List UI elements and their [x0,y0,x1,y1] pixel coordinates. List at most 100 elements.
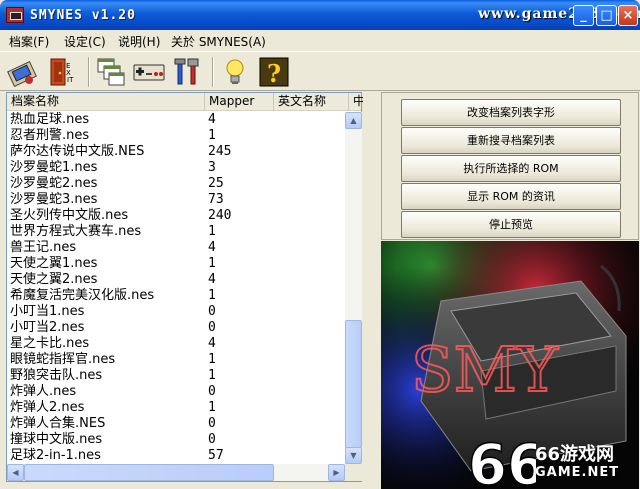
run-rom-button[interactable]: 执行所选择的 ROM [401,155,621,182]
rom-filename: 小叮当1.nes [10,304,85,319]
rom-filename: 炸弹人2.nes [10,400,85,415]
scroll-up-button[interactable]: ▲ [345,112,362,129]
rom-mapper: 1 [208,352,216,367]
rom-mapper: 0 [208,432,216,447]
table-row[interactable]: 兽王记.nes 4 [7,240,345,256]
watermark-site-sub: GAME.NET [535,465,620,480]
table-row[interactable]: 野狼突击队.nes 1 [7,368,345,384]
menu-file[interactable]: 档案(F) [9,33,49,50]
scroll-right-button[interactable]: ▶ [328,464,345,481]
horizontal-scrollbar[interactable]: ◀ ▶ [7,464,345,481]
app-icon[interactable] [6,7,24,23]
rom-filename: 眼镜蛇指挥官.nes [10,352,116,367]
rom-filename: 炸弹人合集.NES [10,416,106,431]
rom-mapper: 1 [208,400,216,415]
horizontal-scroll-thumb[interactable] [24,464,274,481]
tools-icon[interactable] [172,56,204,88]
column-header-english-name[interactable]: 英文名称 [274,93,349,111]
rom-mapper: 3 [208,160,216,175]
table-row[interactable]: 圣火列传中文版.nes 240 [7,208,345,224]
table-row[interactable]: 忍者刑警.nes 1 [7,128,345,144]
scrollbar-corner [345,464,362,481]
table-row[interactable]: 热血足球.nes 4 [7,112,345,128]
rom-filename: 沙罗曼蛇1.nes [10,160,98,175]
rom-mapper: 245 [208,144,232,159]
table-row[interactable]: 足球2-in-1.nes 57 [7,448,345,464]
scroll-left-button[interactable]: ◀ [7,464,24,481]
rom-info-button[interactable]: 显示 ROM 的资讯 [401,183,621,210]
close-button[interactable]: × [618,5,638,26]
rom-filename: 天使之翼1.nes [10,256,98,271]
rom-mapper: 0 [208,304,216,319]
menu-help[interactable]: 说明(H) [118,33,160,50]
toolbar-separator [88,57,90,87]
table-row[interactable]: 沙罗曼蛇2.nes 25 [7,176,345,192]
menu-bar: 档案(F) 设定(C) 说明(H) 关於 SMYNES(A) [0,30,640,50]
table-row[interactable]: 炸弹人.nes 0 [7,384,345,400]
rom-mapper: 240 [208,208,232,223]
table-row[interactable]: 世界方程式大赛车.nes 1 [7,224,345,240]
table-row[interactable]: 天使之翼2.nes 4 [7,272,345,288]
rom-filename: 足球2-in-1.nes [10,448,101,463]
table-row[interactable]: 炸弹人合集.NES 0 [7,416,345,432]
rom-mapper: 1 [208,256,216,271]
toolbar-separator [212,57,214,87]
rom-filename: 世界方程式大赛车.nes [10,224,142,239]
open-rom-icon[interactable] [7,56,39,88]
rom-list[interactable]: 档案名称 Mapper 英文名称 中 热血足球.nes 4 忍者刑警.nes 1 萨尔达… [6,92,363,482]
rom-filename: 忍者刑警.nes [10,128,90,143]
rom-filename: 星之卡比.nes [10,336,90,351]
table-row[interactable]: 小叮当1.nes 0 [7,304,345,320]
gamepad-icon[interactable] [133,56,165,88]
rom-filename: 圣火列传中文版.nes [10,208,129,223]
rescan-list-button[interactable]: 重新搜寻档案列表 [401,127,621,154]
vertical-scroll-thumb[interactable] [345,320,362,448]
rom-filename: 兽王记.nes [10,240,77,255]
table-row[interactable]: 萨尔达传说中文版.NES 245 [7,144,345,160]
scroll-down-button[interactable]: ▼ [345,447,362,464]
table-row[interactable]: 沙罗曼蛇3.nes 73 [7,192,345,208]
svg-text:IT: IT [67,76,74,84]
table-row[interactable]: 沙罗曼蛇1.nes 3 [7,160,345,176]
windows-icon[interactable] [95,56,127,88]
menu-settings[interactable]: 设定(C) [64,33,106,50]
stop-preview-button[interactable]: 停止预览 [401,211,621,238]
table-row[interactable]: 希魔复活完美汉化版.nes 1 [7,288,345,304]
rom-mapper: 1 [208,128,216,143]
minimize-button[interactable]: _ [573,5,594,26]
rom-filename: 撞球中文版.nes [10,432,103,447]
rom-filename: 炸弹人.nes [10,384,77,399]
rom-filename: 天使之翼2.nes [10,272,98,287]
rom-mapper: 73 [208,192,224,207]
column-header-filename[interactable]: 档案名称 [7,93,205,111]
column-header-mapper[interactable]: Mapper [205,93,274,111]
rom-mapper: 0 [208,320,216,335]
rom-mapper: 4 [208,112,216,127]
table-row[interactable]: 小叮当2.nes 0 [7,320,345,336]
table-row[interactable]: 星之卡比.nes 4 [7,336,345,352]
lightbulb-icon[interactable] [219,56,251,88]
rom-mapper: 0 [208,416,216,431]
table-row[interactable]: 撞球中文版.nes 0 [7,432,345,448]
rom-mapper: 25 [208,176,224,191]
title-bar[interactable]: SMYNES v1.20 www.game2233.com _ □ × [0,0,640,30]
rom-filename: 热血足球.nes [10,112,90,127]
table-row[interactable]: 炸弹人2.nes 1 [7,400,345,416]
vertical-scrollbar[interactable]: ▲ ▼ [345,112,362,464]
rom-filename: 沙罗曼蛇3.nes [10,192,98,207]
change-font-button[interactable]: 改变档案列表字形 [401,99,621,126]
rom-mapper: 1 [208,368,216,383]
rom-mapper: 1 [208,224,216,239]
maximize-button[interactable]: □ [596,5,617,26]
toolbar: E X IT ? [0,51,640,91]
table-row[interactable]: 眼镜蛇指挥官.nes 1 [7,352,345,368]
rom-filename: 沙罗曼蛇2.nes [10,176,98,191]
rom-mapper: 1 [208,288,216,303]
menu-about[interactable]: 关於 SMYNES(A) [171,33,266,50]
rom-mapper: 4 [208,336,216,351]
column-header-chinese[interactable]: 中 [349,93,363,111]
exit-door-icon[interactable]: E X IT [46,56,78,88]
rom-mapper: 0 [208,384,216,399]
help-question-icon[interactable]: ? [258,56,290,88]
table-row[interactable]: 天使之翼1.nes 1 [7,256,345,272]
